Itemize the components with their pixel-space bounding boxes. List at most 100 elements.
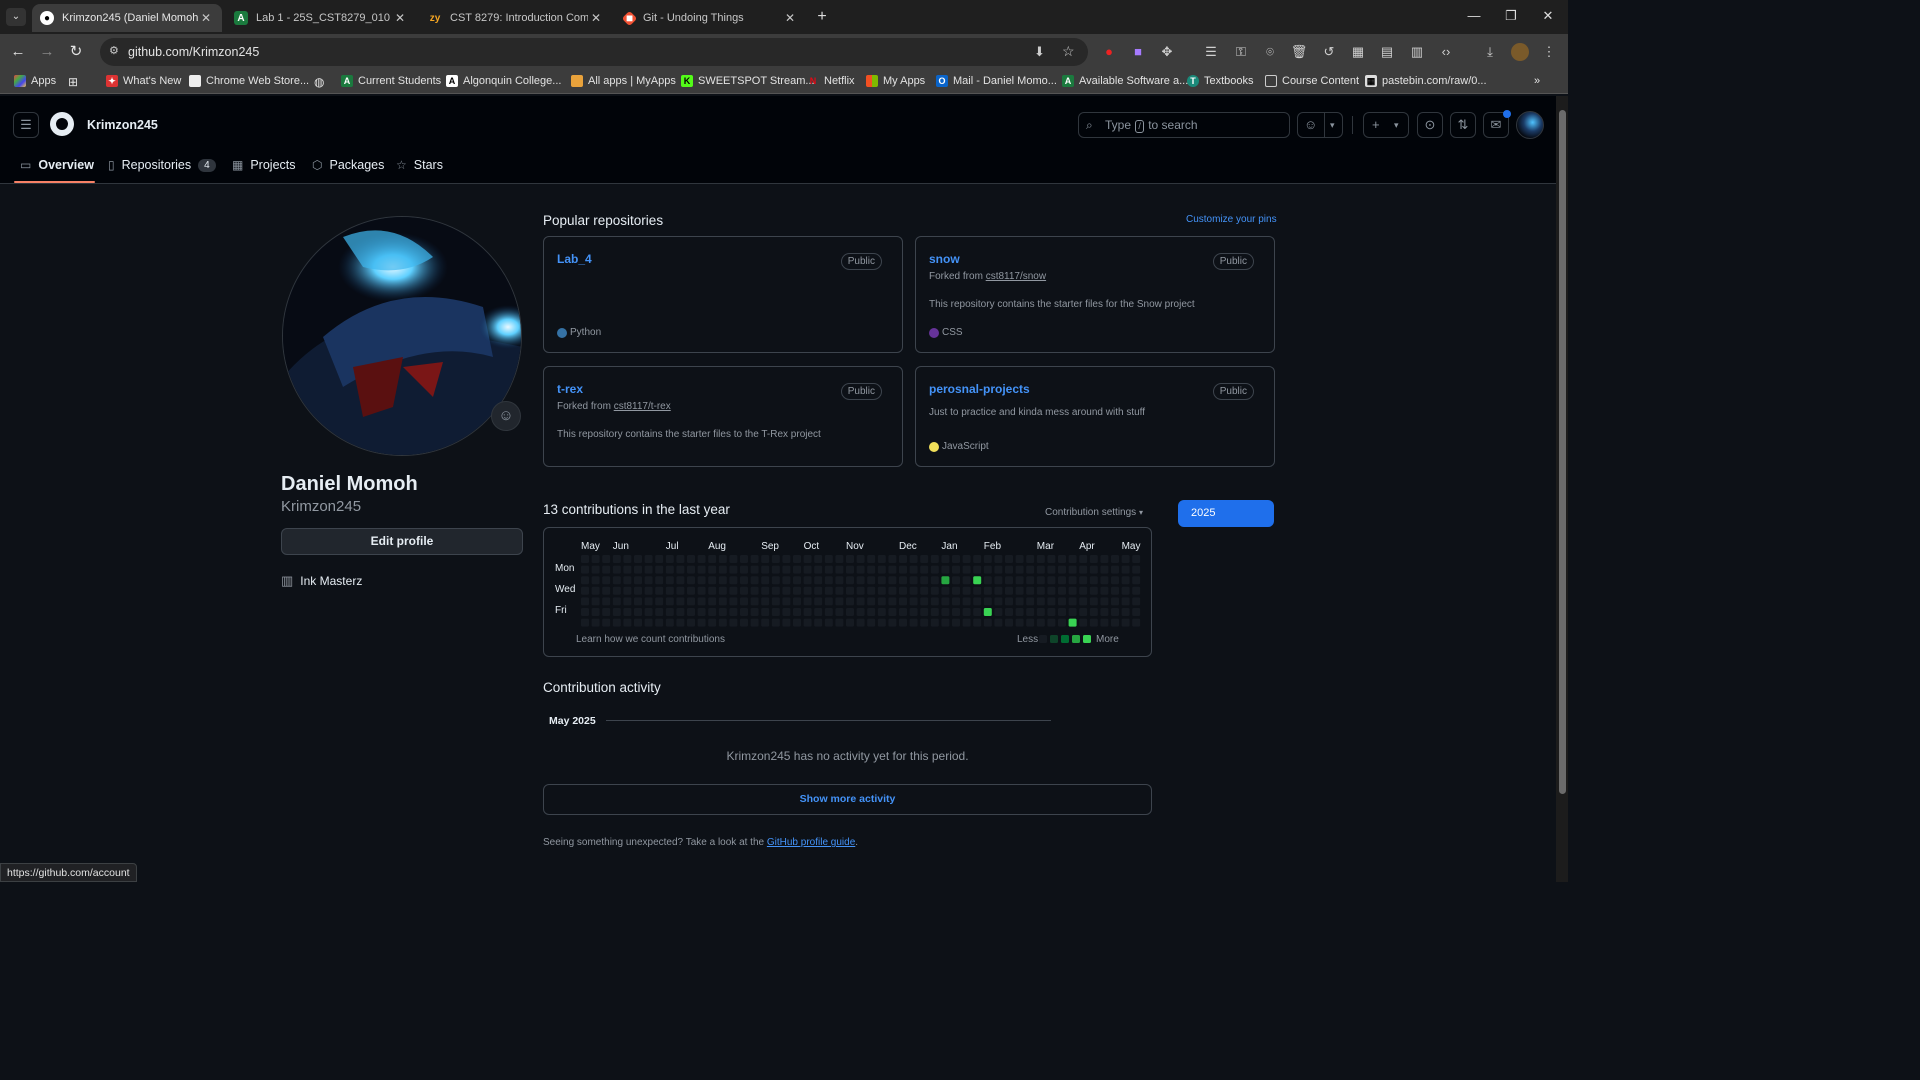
contribution-day-cell[interactable] [888,576,897,585]
contribution-day-cell[interactable] [1068,618,1077,627]
contribution-day-cell[interactable] [612,618,621,627]
contribution-day-cell[interactable] [1036,586,1045,595]
customize-pins-link[interactable]: Customize your pins [1186,214,1277,225]
bookmark-available-software[interactable]: A Available Software a... [1062,75,1188,87]
address-bar[interactable]: ⚙ github.com/Krimzon245 ⬇ ☆ [100,38,1088,66]
contribution-day-cell[interactable] [655,565,664,574]
contribution-day-cell[interactable] [1111,555,1119,563]
contribution-day-cell[interactable] [835,597,844,606]
contribution-day-cell[interactable] [1089,565,1098,574]
contribution-day-cell[interactable] [718,597,727,606]
contribution-day-cell[interactable] [920,576,929,585]
contribution-day-cell[interactable] [782,576,791,585]
close-tab-icon[interactable]: ✕ [782,11,798,25]
contribution-day-cell[interactable] [899,565,907,574]
show-more-activity-button[interactable]: Show more activity [543,784,1152,815]
contribution-day-cell[interactable] [952,618,960,627]
close-tab-icon[interactable]: ✕ [198,11,214,25]
contribution-day-cell[interactable] [899,608,907,616]
install-app-icon[interactable]: ⬇ [1034,44,1045,60]
bookmark-my-apps-ms[interactable]: My Apps [866,75,925,87]
contribution-day-cell[interactable] [994,555,1003,563]
copilot-button[interactable]: ☺ ▾ [1297,112,1343,138]
minimize-icon[interactable]: — [1464,8,1484,23]
reading-mode-icon[interactable]: ▤ [1378,43,1396,61]
bookmark-apps[interactable]: Apps [14,75,56,87]
contribution-day-cell[interactable] [803,618,812,627]
contribution-day-cell[interactable] [1100,618,1109,627]
contribution-day-cell[interactable] [591,618,600,627]
contribution-day-cell[interactable] [771,586,780,595]
contribution-day-cell[interactable] [697,565,706,574]
trash-icon[interactable]: 🗑 [1290,43,1308,61]
contribution-day-cell[interactable] [856,618,865,627]
contribution-day-cell[interactable] [697,586,706,595]
contribution-day-cell[interactable] [771,597,780,606]
contribution-day-cell[interactable] [824,576,833,585]
contribution-day-cell[interactable] [793,597,801,606]
contribution-day-cell[interactable] [581,586,589,595]
site-info-icon[interactable]: ⚙ [109,44,119,57]
contribution-day-cell[interactable] [771,618,780,627]
contribution-day-cell[interactable] [1089,608,1098,616]
contribution-day-cell[interactable] [930,608,939,616]
contribution-day-cell[interactable] [888,618,897,627]
close-tab-icon[interactable]: ✕ [392,11,408,25]
contribution-day-cell[interactable] [591,608,600,616]
contribution-day-cell[interactable] [1005,608,1013,616]
bookmark-pastebin[interactable]: ▦ pastebin.com/raw/0... [1365,75,1487,87]
contribution-day-cell[interactable] [1121,618,1130,627]
contribution-day-cell[interactable] [899,555,907,563]
tab-search-button[interactable]: ⌄ [6,8,26,26]
contribution-day-cell[interactable] [697,576,706,585]
restore-icon[interactable]: ❐ [1501,8,1521,24]
contribution-day-cell[interactable] [644,555,653,563]
header-username[interactable]: Krimzon245 [87,118,158,132]
contribution-day-cell[interactable] [750,555,759,563]
contribution-day-cell[interactable] [909,608,918,616]
contribution-day-cell[interactable] [708,576,717,585]
contribution-day-cell[interactable] [1132,576,1141,585]
contribution-day-cell[interactable] [835,555,844,563]
contribution-day-cell[interactable] [644,586,653,595]
contribution-day-cell[interactable] [602,618,611,627]
contribution-day-cell[interactable] [623,586,632,595]
contribution-day-cell[interactable] [793,555,801,563]
contribution-day-cell[interactable] [793,576,801,585]
contribution-day-cell[interactable] [718,555,727,563]
contribution-day-cell[interactable] [1089,555,1098,563]
contribution-day-cell[interactable] [1079,555,1088,563]
table-icon[interactable]: ▥ [1408,43,1426,61]
contribution-day-cell[interactable] [952,555,960,563]
contribution-day-cell[interactable] [750,576,759,585]
contribution-day-cell[interactable] [1079,565,1088,574]
contribution-day-cell[interactable] [782,597,791,606]
contribution-day-cell[interactable] [877,576,886,585]
contribution-day-cell[interactable] [687,608,695,616]
contribution-day-cell[interactable] [877,608,886,616]
contribution-day-cell[interactable] [846,597,854,606]
contribution-day-cell[interactable] [1005,618,1013,627]
contribution-day-cell[interactable] [761,555,770,563]
contribution-day-cell[interactable] [782,608,791,616]
contribution-day-cell[interactable] [994,608,1003,616]
contribution-day-cell[interactable] [1005,586,1013,595]
contribution-day-cell[interactable] [697,608,706,616]
contribution-day-cell[interactable] [644,576,653,585]
contribution-day-cell[interactable] [1068,576,1077,585]
issues-icon[interactable]: ⊙ [1417,112,1443,138]
contribution-day-cell[interactable] [877,586,886,595]
contribution-day-cell[interactable] [1111,597,1119,606]
contribution-day-cell[interactable] [644,608,653,616]
contribution-day-cell[interactable] [591,576,600,585]
contribution-day-cell[interactable] [644,618,653,627]
contribution-day-cell[interactable] [782,555,791,563]
bookmark-my-apps[interactable]: All apps | MyApps [571,75,676,87]
contribution-day-cell[interactable] [824,565,833,574]
repo-name-link[interactable]: perosnal-projects [929,382,1030,396]
contribution-day-cell[interactable] [581,555,589,563]
contribution-day-cell[interactable] [729,586,738,595]
contribution-day-cell[interactable] [856,586,865,595]
tab-overview[interactable]: ▭ Overview [20,154,94,176]
contribution-day-cell[interactable] [1111,618,1119,627]
